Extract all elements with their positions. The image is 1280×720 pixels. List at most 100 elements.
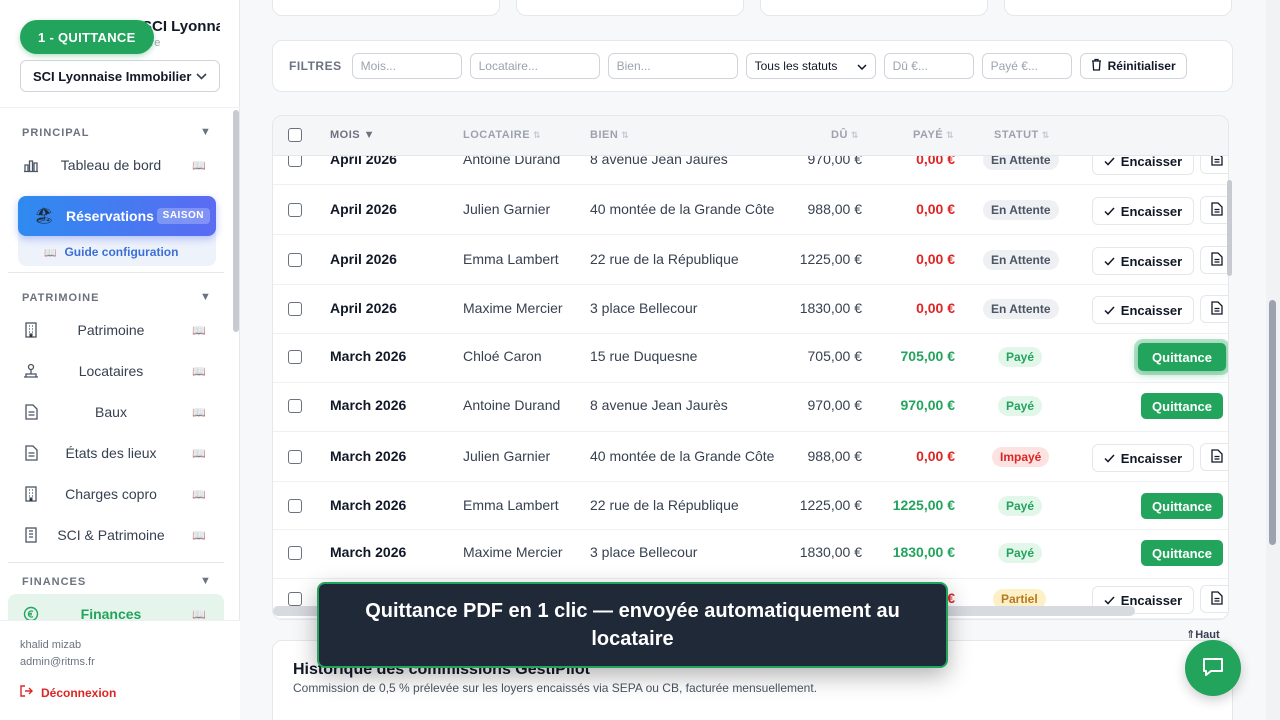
- table-vertical-scrollbar[interactable]: [1227, 180, 1232, 276]
- column-header-locataire[interactable]: LOCATAIRE ⇅: [463, 129, 541, 141]
- sidebar-item-locataires[interactable]: Locataires 📖: [8, 353, 224, 389]
- row-checkbox[interactable]: [288, 499, 302, 513]
- column-header-paye[interactable]: PAYÉ ⇅: [913, 129, 954, 141]
- sidebar-item-reservations[interactable]: 🏖 Réservations SAISON: [18, 196, 216, 236]
- quittance-button[interactable]: Quittance: [1141, 393, 1223, 419]
- sidebar-item-baux[interactable]: Baux 📖: [8, 394, 224, 430]
- divider: [8, 272, 224, 273]
- encaisser-button[interactable]: Encaisser: [1092, 247, 1194, 275]
- cell-mois: March 2026: [330, 497, 407, 513]
- book-icon[interactable]: 📖: [192, 159, 206, 172]
- document-icon: [1211, 590, 1223, 608]
- sidebar-item-finances[interactable]: Finances 📖: [8, 596, 224, 620]
- chat-button[interactable]: [1185, 640, 1241, 696]
- table-row: March 2026 Chloé Caron 15 rue Duquesne 705,…: [273, 334, 1228, 383]
- payments-table: April 2026 Antoine Durand 8 avenue Jean Ja…: [272, 115, 1229, 620]
- cell-paye: 0,00 €: [916, 251, 955, 267]
- filters-label: FILTRES: [289, 59, 342, 73]
- cell-paye: 0,00 €: [916, 300, 955, 316]
- onboarding-tooltip: Quittance PDF en 1 clic — envoyée automa…: [317, 582, 948, 668]
- filter-paye-input[interactable]: Payé €...: [981, 53, 1072, 79]
- cell-locataire: Emma Lambert: [463, 251, 559, 267]
- filter-du-input[interactable]: Dû €...: [883, 53, 974, 79]
- document-button[interactable]: [1200, 585, 1228, 613]
- column-header-statut[interactable]: STATUT ⇅: [994, 129, 1050, 141]
- cell-locataire: Antoine Durand: [463, 397, 561, 413]
- row-checkbox[interactable]: [288, 203, 302, 217]
- filters-bar: FILTRES Mois... Locataire... Bien... Tou…: [272, 40, 1233, 92]
- cell-du: 1225,00 €: [799, 497, 862, 513]
- page-scrollbar[interactable]: [1269, 300, 1276, 545]
- reset-filters-button[interactable]: Réinitialiser: [1079, 53, 1187, 79]
- book-icon[interactable]: 📖: [192, 529, 206, 542]
- document-button[interactable]: [1200, 196, 1228, 224]
- book-icon[interactable]: 📖: [192, 365, 206, 378]
- column-header-du[interactable]: DÛ ⇅: [831, 129, 859, 141]
- logout-button[interactable]: Déconnexion: [20, 685, 116, 700]
- row-checkbox[interactable]: [288, 450, 302, 464]
- beach-icon: 🏖: [34, 208, 55, 225]
- row-checkbox[interactable]: [288, 399, 302, 413]
- stat-card: [516, 0, 744, 16]
- encaisser-button[interactable]: Encaisser: [1092, 197, 1194, 225]
- filter-bien-input[interactable]: Bien...: [607, 53, 738, 79]
- book-icon[interactable]: 📖: [192, 324, 206, 337]
- sidebar-scrollbar[interactable]: [233, 110, 239, 332]
- reset-label: Réinitialiser: [1107, 59, 1176, 73]
- section-title-patrimoine: PATRIMOINE: [22, 292, 100, 304]
- encaisser-button[interactable]: Encaisser: [1092, 296, 1194, 324]
- column-header-mois[interactable]: MOIS ▼: [330, 129, 375, 141]
- cell-mois: March 2026: [330, 448, 407, 464]
- quittance-button[interactable]: Quittance: [1138, 343, 1226, 371]
- book-icon[interactable]: 📖: [192, 608, 206, 621]
- row-checkbox[interactable]: [288, 592, 302, 606]
- cell-bien: 8 avenue Jean Jaurès: [590, 397, 728, 413]
- row-checkbox[interactable]: [288, 350, 302, 364]
- table-row: April 2026 Julien Garnier 40 montée de la …: [273, 185, 1228, 235]
- section-chevron-icon[interactable]: ▼: [200, 126, 211, 138]
- row-checkbox[interactable]: [288, 302, 302, 316]
- table-row: March 2026 Julien Garnier 40 montée de la …: [273, 432, 1228, 482]
- book-icon[interactable]: 📖: [192, 406, 206, 419]
- cell-du: 988,00 €: [807, 201, 863, 217]
- row-checkbox[interactable]: [288, 253, 302, 267]
- section-chevron-icon[interactable]: ▼: [200, 575, 211, 587]
- filter-locataire-input[interactable]: Locataire...: [469, 53, 600, 79]
- status-badge: En Attente: [983, 250, 1059, 270]
- select-all-checkbox[interactable]: [288, 128, 302, 142]
- cell-bien: 22 rue de la République: [590, 497, 739, 513]
- sidebar-header: SCI Lyonnaise Immobilier ière SCI Lyonna…: [0, 0, 240, 108]
- sidebar-item-patrimoine[interactable]: Patrimoine 📖: [8, 312, 224, 348]
- column-header-bien[interactable]: BIEN ⇅: [590, 129, 629, 141]
- document-button[interactable]: [1200, 443, 1228, 471]
- sidebar-item-dashboard[interactable]: Tableau de bord 📖: [8, 147, 224, 183]
- cell-locataire: Chloé Caron: [463, 348, 542, 364]
- table-row: April 2026 Antoine Durand 8 avenue Jean Ja…: [273, 146, 1228, 185]
- row-checkbox[interactable]: [288, 546, 302, 560]
- book-icon[interactable]: 📖: [192, 447, 206, 460]
- document-button[interactable]: [1200, 295, 1228, 323]
- sidebar-nav: PRINCIPAL ▼ Tableau de bord 📖 🏖 Réservat…: [0, 108, 232, 620]
- table-row: March 2026 Maxime Mercier 3 place Bellecou…: [273, 530, 1228, 579]
- sidebar-item-charges-copro[interactable]: Charges copro 📖: [8, 476, 224, 512]
- sidebar-item-sci-patrimoine[interactable]: SCI & Patrimoine 📖: [8, 517, 224, 553]
- sort-icon: ⇅: [621, 130, 630, 140]
- book-icon[interactable]: 📖: [192, 488, 206, 501]
- sidebar-item-etats-des-lieux[interactable]: États des lieux 📖: [8, 435, 224, 471]
- filter-status-select[interactable]: Tous les statuts: [745, 53, 876, 79]
- chevron-down-icon: [857, 59, 867, 73]
- document-button[interactable]: [1200, 246, 1228, 274]
- guide-configuration-link[interactable]: 📖 Guide configuration: [44, 245, 178, 259]
- euro-icon: [22, 605, 40, 620]
- company-select[interactable]: SCI Lyonnaise Immobilier: [20, 60, 220, 92]
- document-icon: [1211, 201, 1223, 219]
- cell-du: 1225,00 €: [799, 251, 862, 267]
- quittance-button[interactable]: Quittance: [1141, 540, 1223, 566]
- user-name: khalid mizab: [20, 639, 82, 651]
- quittance-button[interactable]: Quittance: [1141, 493, 1223, 519]
- chevron-down-icon: [196, 69, 207, 83]
- header-label: STATUT: [994, 129, 1039, 141]
- filter-mois-input[interactable]: Mois...: [351, 53, 462, 79]
- section-chevron-icon[interactable]: ▼: [200, 291, 211, 303]
- encaisser-button[interactable]: Encaisser: [1092, 444, 1194, 472]
